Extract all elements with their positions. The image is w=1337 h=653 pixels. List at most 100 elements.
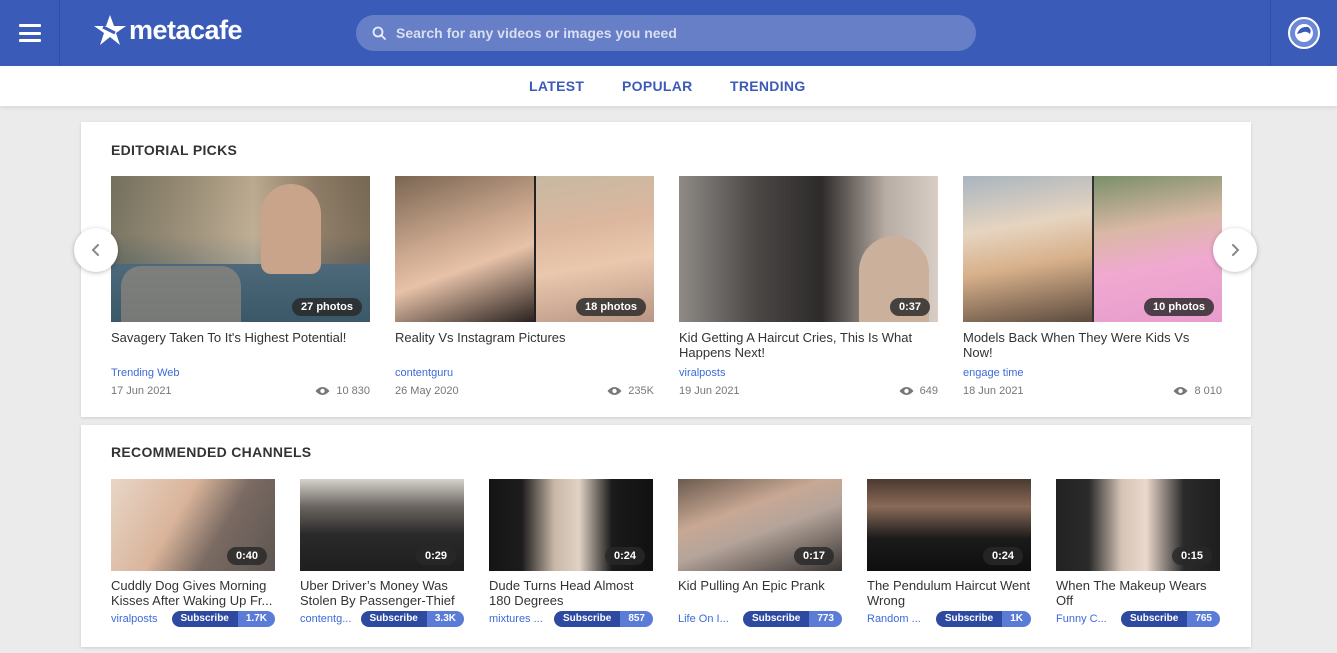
user-account-button[interactable] — [1270, 0, 1337, 66]
editorial-card: 27 photos Savagery Taken To It's Highest… — [111, 176, 370, 397]
editorial-card: 10 photos Models Back When They Were Kid… — [963, 176, 1222, 397]
channel-card: 0:24 The Pendulum Haircut Went Wrong Ran… — [867, 479, 1031, 627]
search-icon — [372, 26, 386, 40]
eye-icon — [315, 387, 330, 395]
carousel-next-button[interactable] — [1213, 228, 1257, 272]
eye-icon — [899, 387, 914, 395]
channel-meta: Random ... Subscribe 1K — [867, 611, 1031, 627]
channel-meta: Funny C... Subscribe 765 — [1056, 611, 1220, 627]
card-source[interactable]: engage time — [963, 367, 1222, 379]
card-meta: 17 Jun 2021 10 830 — [111, 385, 370, 397]
photo-count-badge: 18 photos — [576, 298, 646, 316]
card-source[interactable]: Trending Web — [111, 367, 370, 379]
channel-title[interactable]: Dude Turns Head Almost 180 Degrees — [489, 578, 653, 608]
duration-badge: 0:17 — [793, 547, 834, 565]
subscribe-label: Subscribe — [1120, 611, 1188, 627]
editorial-picks-panel: EDITORIAL PICKS 27 photos Savagery Taken… — [81, 122, 1251, 417]
metacafe-logo[interactable]: metacafe — [93, 10, 243, 50]
channel-card: 0:40 Cuddly Dog Gives Morning Kisses Aft… — [111, 479, 275, 627]
recommended-channels-panel: RECOMMENDED CHANNELS 0:40 Cuddly Dog Giv… — [81, 425, 1251, 647]
card-views: 649 — [899, 385, 938, 397]
card-title[interactable]: Savagery Taken To It's Highest Potential… — [111, 330, 370, 360]
card-meta: 19 Jun 2021 649 — [679, 385, 938, 397]
channel-thumbnail[interactable]: 0:29 — [300, 479, 464, 571]
channel-source[interactable]: Random ... — [867, 613, 927, 625]
subscriber-count: 765 — [1187, 611, 1220, 627]
hamburger-icon — [18, 24, 41, 42]
channel-source[interactable]: Life On I... — [678, 613, 738, 625]
channel-thumbnail[interactable]: 0:17 — [678, 479, 842, 571]
card-date: 19 Jun 2021 — [679, 385, 740, 397]
card-views: 235K — [607, 385, 654, 397]
card-thumbnail[interactable]: 27 photos — [111, 176, 370, 322]
card-title[interactable]: Reality Vs Instagram Pictures — [395, 330, 654, 360]
card-title[interactable]: Kid Getting A Haircut Cries, This Is Wha… — [679, 330, 938, 360]
subscriber-count: 773 — [809, 611, 842, 627]
channel-card: 0:24 Dude Turns Head Almost 180 Degrees … — [489, 479, 653, 627]
carousel-prev-button[interactable] — [74, 228, 118, 272]
tab-popular[interactable]: POPULAR — [622, 78, 693, 94]
card-source[interactable]: contentguru — [395, 367, 654, 379]
search-bar[interactable] — [356, 15, 976, 51]
card-date: 26 May 2020 — [395, 385, 459, 397]
section-title: EDITORIAL PICKS — [111, 142, 238, 158]
user-avatar-icon — [1288, 17, 1320, 49]
subscribe-label: Subscribe — [171, 611, 238, 627]
channel-thumbnail[interactable]: 0:24 — [867, 479, 1031, 571]
subscriber-count: 3.3K — [426, 611, 464, 627]
card-source[interactable]: viralposts — [679, 367, 938, 379]
subscribe-button[interactable]: Subscribe 1.7K — [171, 611, 275, 627]
editorial-card: 0:37 Kid Getting A Haircut Cries, This I… — [679, 176, 938, 397]
channel-source[interactable]: contentg... — [300, 613, 360, 625]
subscriber-count: 1.7K — [237, 611, 275, 627]
content-tabs: LATEST POPULAR TRENDING — [0, 66, 1337, 106]
channel-thumbnail[interactable]: 0:24 — [489, 479, 653, 571]
subscribe-label: Subscribe — [360, 611, 427, 627]
channel-thumbnail[interactable]: 0:15 — [1056, 479, 1220, 571]
channel-source[interactable]: Funny C... — [1056, 613, 1116, 625]
hamburger-menu-button[interactable] — [0, 0, 60, 66]
channel-meta: contentg... Subscribe 3.3K — [300, 611, 464, 627]
channel-source[interactable]: viralposts — [111, 613, 171, 625]
card-date: 17 Jun 2021 — [111, 385, 172, 397]
channel-thumbnail[interactable]: 0:40 — [111, 479, 275, 571]
card-title[interactable]: Models Back When They Were Kids Vs Now! — [963, 330, 1222, 360]
logo-text: metacafe — [129, 15, 243, 45]
subscriber-count: 1K — [1002, 611, 1031, 627]
tab-latest[interactable]: LATEST — [529, 78, 584, 94]
tab-trending[interactable]: TRENDING — [730, 78, 806, 94]
editorial-card: 18 photos Reality Vs Instagram Pictures … — [395, 176, 654, 397]
channel-title[interactable]: Kid Pulling An Epic Prank — [678, 578, 842, 608]
card-thumbnail[interactable]: 18 photos — [395, 176, 654, 322]
photo-count-badge: 10 photos — [1144, 298, 1214, 316]
channel-meta: viralposts Subscribe 1.7K — [111, 611, 275, 627]
subscribe-button[interactable]: Subscribe 1K — [935, 611, 1031, 627]
eye-icon — [607, 387, 622, 395]
subscribe-label: Subscribe — [553, 611, 621, 627]
card-meta: 18 Jun 2021 8 010 — [963, 385, 1222, 397]
view-count: 235K — [628, 385, 654, 397]
duration-badge: 0:37 — [889, 298, 930, 316]
channel-source[interactable]: mixtures ... — [489, 613, 549, 625]
subscribe-button[interactable]: Subscribe 765 — [1120, 611, 1220, 627]
duration-badge: 0:29 — [415, 547, 456, 565]
subscribe-button[interactable]: Subscribe 773 — [742, 611, 842, 627]
chevron-left-icon — [91, 244, 99, 256]
card-thumbnail[interactable]: 0:37 — [679, 176, 938, 322]
channel-card: 0:15 When The Makeup Wears Off Funny C..… — [1056, 479, 1220, 627]
channel-card: 0:17 Kid Pulling An Epic Prank Life On I… — [678, 479, 842, 627]
subscribe-button[interactable]: Subscribe 3.3K — [360, 611, 464, 627]
duration-badge: 0:40 — [226, 547, 267, 565]
channel-title[interactable]: Cuddly Dog Gives Morning Kisses After Wa… — [111, 578, 275, 608]
subscriber-count: 857 — [620, 611, 653, 627]
channel-title[interactable]: When The Makeup Wears Off — [1056, 578, 1220, 608]
card-thumbnail[interactable]: 10 photos — [963, 176, 1222, 322]
subscribe-button[interactable]: Subscribe 857 — [553, 611, 653, 627]
card-date: 18 Jun 2021 — [963, 385, 1024, 397]
subscribe-label: Subscribe — [742, 611, 810, 627]
channel-title[interactable]: The Pendulum Haircut Went Wrong — [867, 578, 1031, 608]
channel-title[interactable]: Uber Driver’s Money Was Stolen By Passen… — [300, 578, 464, 608]
view-count: 10 830 — [336, 385, 370, 397]
search-input[interactable] — [396, 25, 956, 41]
channel-meta: Life On I... Subscribe 773 — [678, 611, 842, 627]
